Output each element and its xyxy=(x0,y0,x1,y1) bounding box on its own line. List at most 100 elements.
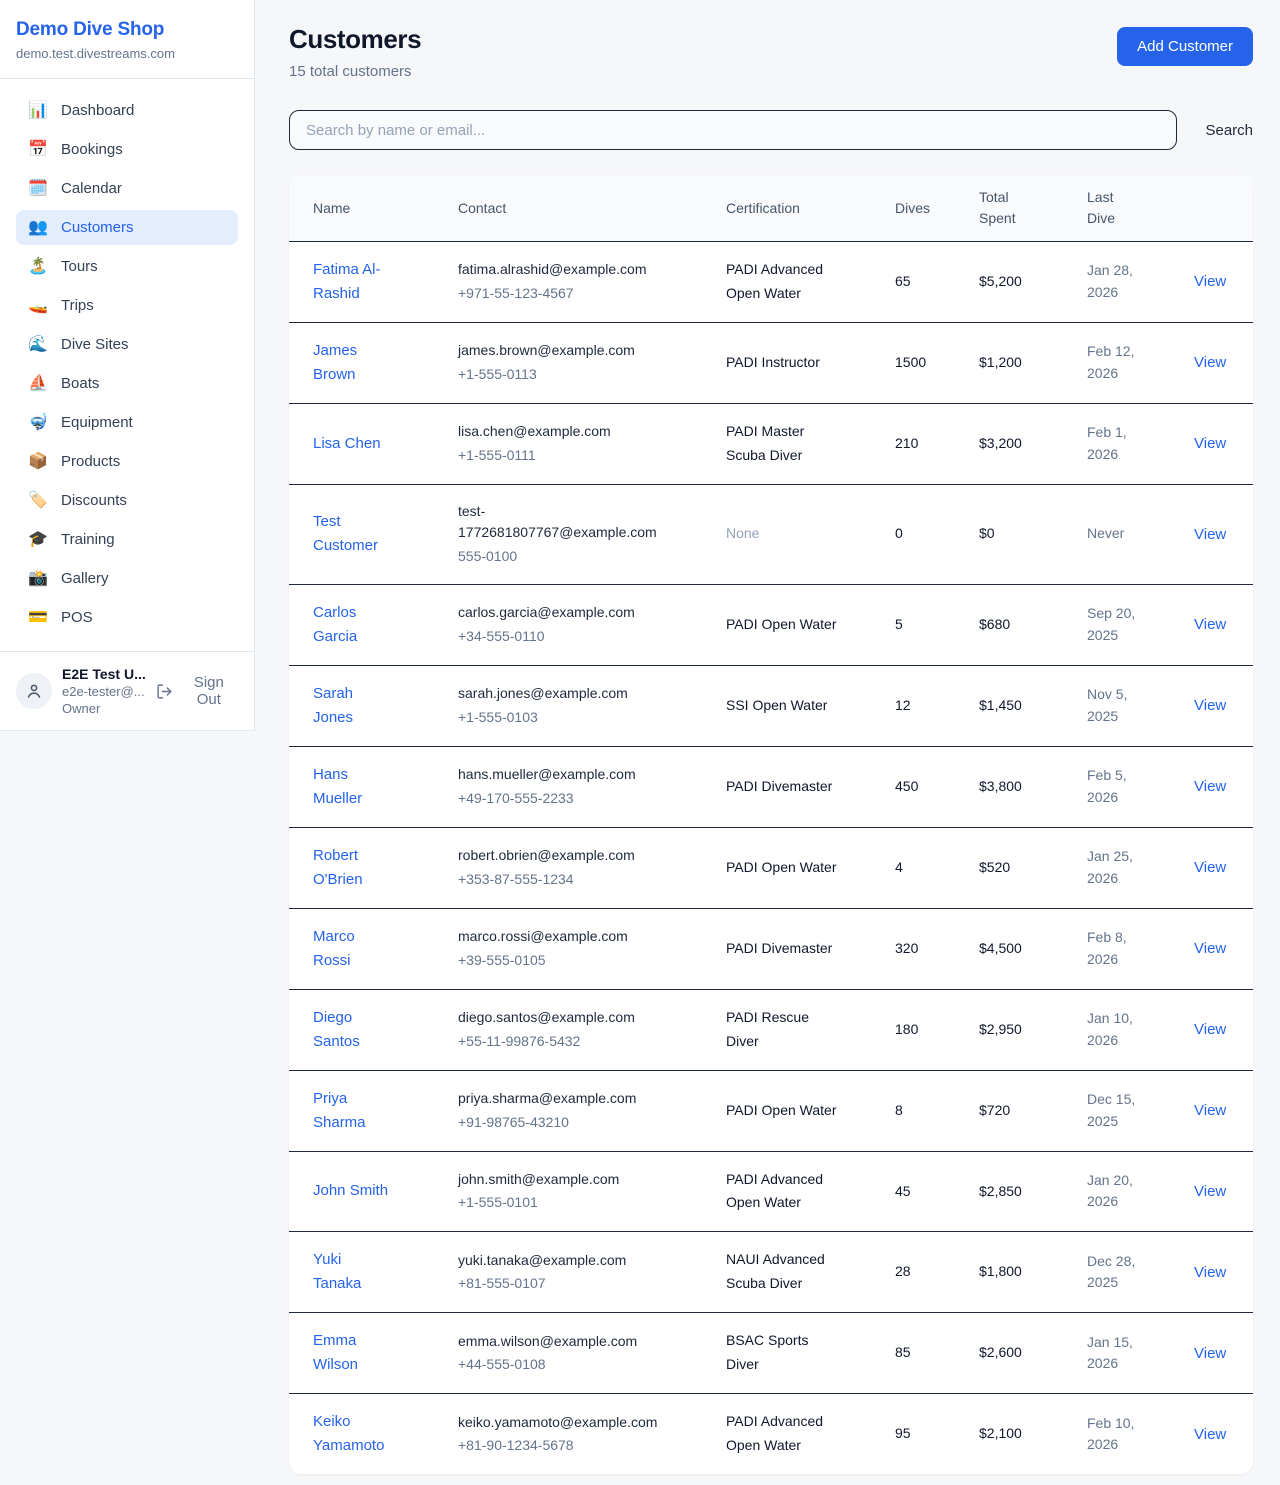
view-link[interactable]: View xyxy=(1194,1183,1226,1200)
main-content: Customers 15 total customers Add Custome… xyxy=(255,0,1280,1474)
island-icon: 🏝️ xyxy=(28,259,48,275)
sidebar-item-gallery[interactable]: 📸 Gallery xyxy=(16,561,238,596)
total-spent: $3,200 xyxy=(979,404,1087,485)
sidebar-item-dive-sites[interactable]: 🌊 Dive Sites xyxy=(16,327,238,362)
sidebar-item-label: Discounts xyxy=(61,492,127,509)
customer-name-link[interactable]: Fatima Al-Rashid xyxy=(313,258,393,306)
view-link[interactable]: View xyxy=(1194,526,1226,543)
sidebar-item-label: Calendar xyxy=(61,180,122,197)
customer-name-link[interactable]: Carlos Garcia xyxy=(313,601,393,649)
view-link[interactable]: View xyxy=(1194,273,1226,290)
certification: PADI Open Water xyxy=(726,613,836,637)
customers-table: Name Contact Certification Dives Total S… xyxy=(289,175,1253,1474)
calendar-date-icon: 📅 xyxy=(28,142,48,158)
col-header-certification: Certification xyxy=(726,175,895,242)
user-email: e2e-tester@... xyxy=(62,684,146,699)
customer-phone: +81-90-1234-5678 xyxy=(458,1435,658,1457)
user-meta: E2E Test U... e2e-tester@... Owner xyxy=(62,666,146,716)
view-link[interactable]: View xyxy=(1194,1264,1226,1281)
sidebar-item-training[interactable]: 🎓 Training xyxy=(16,522,238,557)
customer-name-link[interactable]: Keiko Yamamoto xyxy=(313,1410,393,1458)
people-icon: 👥 xyxy=(28,220,48,236)
sidebar-item-bookings[interactable]: 📅 Bookings xyxy=(16,132,238,167)
customer-name-link[interactable]: Test Customer xyxy=(313,510,393,558)
sidebar-item-products[interactable]: 📦 Products xyxy=(16,444,238,479)
view-link[interactable]: View xyxy=(1194,778,1226,795)
spiral-calendar-icon: 🗓️ xyxy=(28,181,48,197)
view-link[interactable]: View xyxy=(1194,940,1226,957)
customer-name-link[interactable]: John Smith xyxy=(313,1179,388,1203)
sidebar-item-trips[interactable]: 🚤 Trips xyxy=(16,288,238,323)
view-link[interactable]: View xyxy=(1194,1345,1226,1362)
diving-mask-icon: 🤿 xyxy=(28,415,48,431)
view-link[interactable]: View xyxy=(1194,616,1226,633)
last-dive: Dec 15, 2025 xyxy=(1087,1089,1145,1132)
sidebar-item-customers[interactable]: 👥 Customers xyxy=(16,210,238,245)
package-icon: 📦 xyxy=(28,454,48,470)
customer-name-link[interactable]: Hans Mueller xyxy=(313,763,393,811)
sidebar-item-discounts[interactable]: 🏷️ Discounts xyxy=(16,483,238,518)
view-link[interactable]: View xyxy=(1194,1426,1226,1443)
table-row: Keiko Yamamoto keiko.yamamoto@example.co… xyxy=(289,1394,1253,1475)
sidebar-item-calendar[interactable]: 🗓️ Calendar xyxy=(16,171,238,206)
speedboat-icon: 🚤 xyxy=(28,298,48,314)
customer-name-link[interactable]: Diego Santos xyxy=(313,1006,393,1054)
last-dive: Nov 5, 2025 xyxy=(1087,684,1145,727)
total-spent: $520 xyxy=(979,827,1087,908)
last-dive: Dec 28, 2025 xyxy=(1087,1251,1145,1294)
customer-name-link[interactable]: Robert O'Brien xyxy=(313,844,393,892)
dives-count: 4 xyxy=(895,827,979,908)
search-input[interactable] xyxy=(289,110,1177,150)
view-link[interactable]: View xyxy=(1194,354,1226,371)
dives-count: 5 xyxy=(895,584,979,665)
col-header-contact: Contact xyxy=(458,175,726,242)
dives-count: 180 xyxy=(895,989,979,1070)
user-name: E2E Test U... xyxy=(62,666,146,682)
view-link[interactable]: View xyxy=(1194,1021,1226,1038)
sailboat-icon: ⛵ xyxy=(28,376,48,392)
customer-name-link[interactable]: Emma Wilson xyxy=(313,1329,393,1377)
customer-phone: +49-170-555-2233 xyxy=(458,788,658,810)
customer-name-link[interactable]: Yuki Tanaka xyxy=(313,1248,393,1296)
customer-email: robert.obrien@example.com xyxy=(458,845,658,867)
customer-email: test-1772681807767@example.com xyxy=(458,501,658,544)
total-spent: $1,200 xyxy=(979,323,1087,404)
certification: PADI Master Scuba Diver xyxy=(726,420,838,468)
avatar xyxy=(16,673,52,709)
sidebar-item-pos[interactable]: 💳 POS xyxy=(16,600,238,635)
sidebar-item-tours[interactable]: 🏝️ Tours xyxy=(16,249,238,284)
total-spent: $720 xyxy=(979,1070,1087,1151)
customer-email: diego.santos@example.com xyxy=(458,1007,658,1029)
customer-name-link[interactable]: Sarah Jones xyxy=(313,682,393,730)
customer-name-link[interactable]: Marco Rossi xyxy=(313,925,393,973)
sidebar-item-dashboard[interactable]: 📊 Dashboard xyxy=(16,93,238,128)
camera-icon: 📸 xyxy=(28,571,48,587)
last-dive: Feb 5, 2026 xyxy=(1087,765,1145,808)
table-row: Emma Wilson emma.wilson@example.com +44-… xyxy=(289,1313,1253,1394)
sidebar-item-label: Dive Sites xyxy=(61,336,129,353)
customer-name-link[interactable]: Priya Sharma xyxy=(313,1087,393,1135)
customer-name-link[interactable]: Lisa Chen xyxy=(313,432,381,456)
sign-out-button[interactable]: Sign Out xyxy=(156,674,238,708)
sidebar-item-label: Boats xyxy=(61,375,99,392)
view-link[interactable]: View xyxy=(1194,859,1226,876)
view-link[interactable]: View xyxy=(1194,1102,1226,1119)
table-row: Marco Rossi marco.rossi@example.com +39-… xyxy=(289,908,1253,989)
customer-name-link[interactable]: James Brown xyxy=(313,339,393,387)
customer-phone: +34-555-0110 xyxy=(458,626,658,648)
total-spent: $2,950 xyxy=(979,989,1087,1070)
sidebar-header: Demo Dive Shop demo.test.divestreams.com xyxy=(0,0,254,79)
search-button[interactable]: Search xyxy=(1177,114,1253,147)
last-dive: Feb 12, 2026 xyxy=(1087,341,1145,384)
sidebar-item-equipment[interactable]: 🤿 Equipment xyxy=(16,405,238,440)
last-dive: Never xyxy=(1087,523,1124,545)
view-link[interactable]: View xyxy=(1194,435,1226,452)
view-link[interactable]: View xyxy=(1194,697,1226,714)
sidebar-item-boats[interactable]: ⛵ Boats xyxy=(16,366,238,401)
graduation-cap-icon: 🎓 xyxy=(28,532,48,548)
add-customer-button[interactable]: Add Customer xyxy=(1117,27,1253,66)
col-header-actions xyxy=(1194,175,1253,242)
dives-count: 8 xyxy=(895,1070,979,1151)
app: Demo Dive Shop demo.test.divestreams.com… xyxy=(0,0,1280,1474)
table-row: Yuki Tanaka yuki.tanaka@example.com +81-… xyxy=(289,1232,1253,1313)
